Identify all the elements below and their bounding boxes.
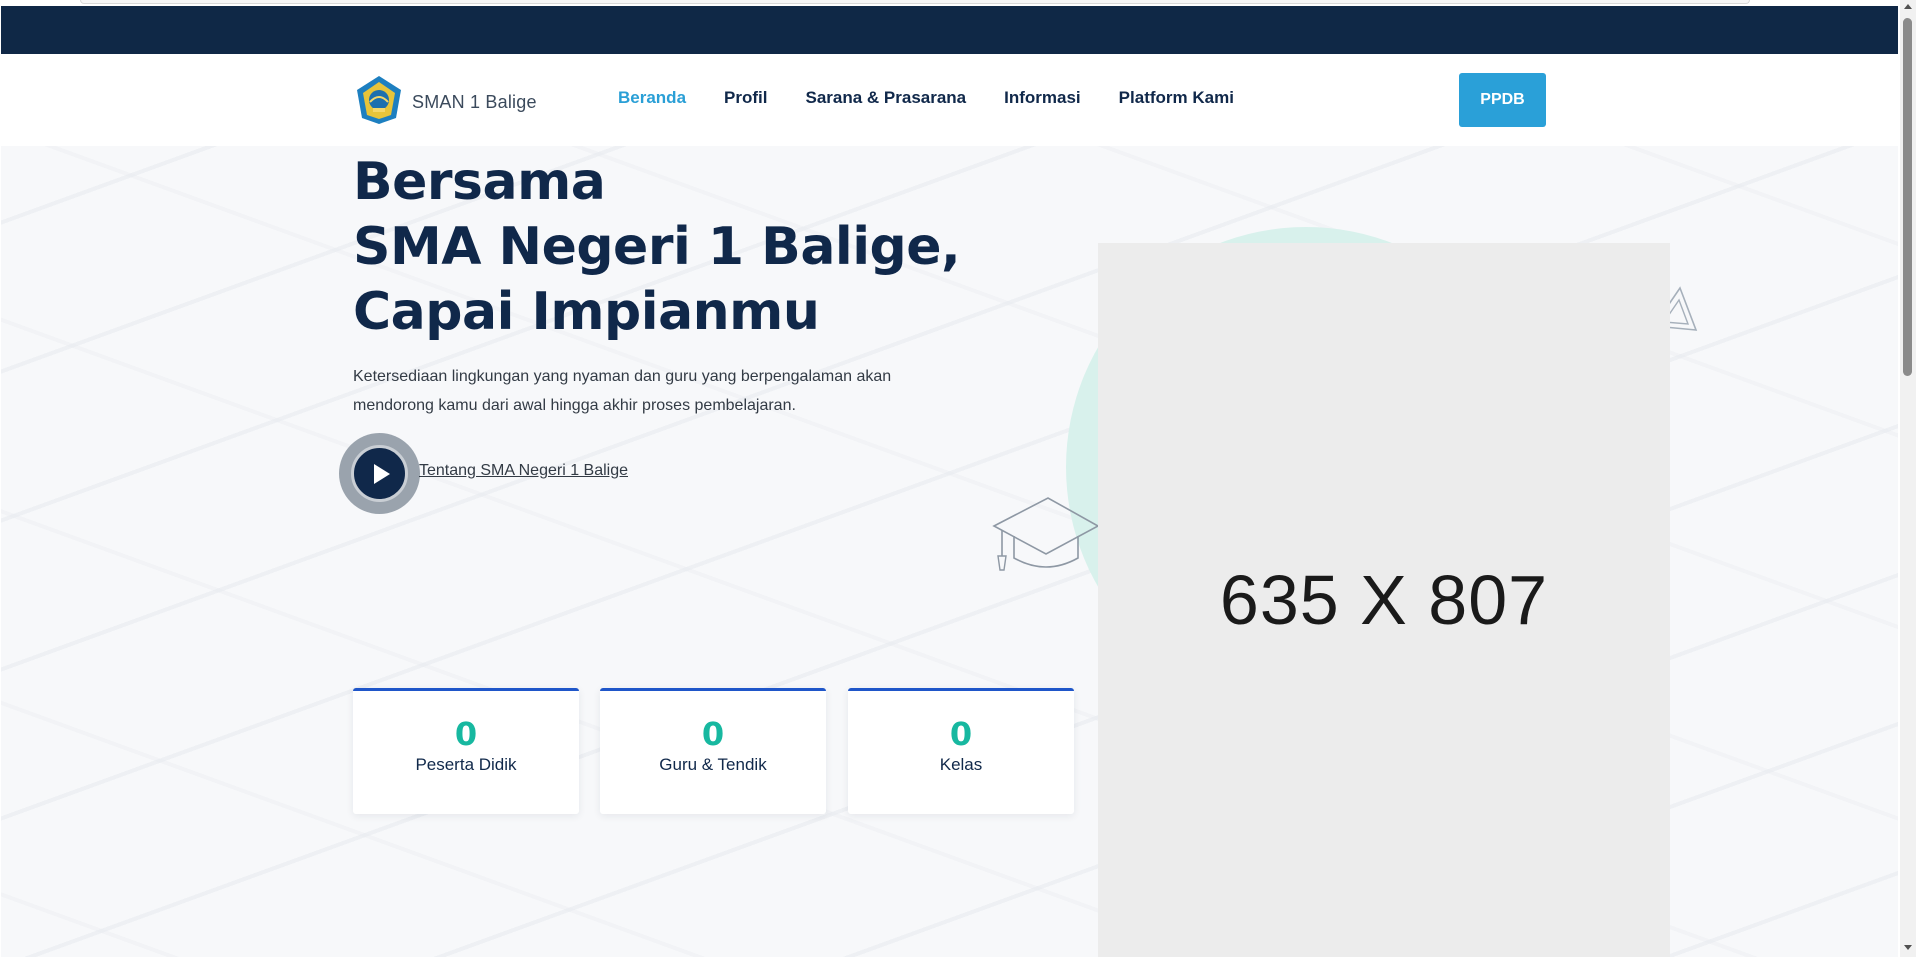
- main-nav: Beranda Profil Sarana & Prasarana Inform…: [618, 88, 1272, 108]
- stat-card-kelas: 0 Kelas: [848, 688, 1074, 814]
- hero-title-line: Capai Impianmu: [353, 282, 820, 342]
- stat-value: 0: [949, 715, 973, 753]
- ppdb-button[interactable]: PPDB: [1459, 73, 1546, 127]
- nav-profil[interactable]: Profil: [724, 88, 767, 108]
- placeholder-label: 635 X 807: [1219, 561, 1549, 639]
- hero-title: Bersama SMA Negeri 1 Balige, Capai Impia…: [353, 150, 961, 345]
- scroll-thumb[interactable]: [1903, 18, 1912, 376]
- nav-beranda[interactable]: Beranda: [618, 88, 686, 108]
- stat-label: Guru & Tendik: [659, 755, 767, 774]
- school-logo-icon: [354, 74, 404, 130]
- stat-value: 0: [454, 715, 478, 753]
- site-logo[interactable]: SMAN 1 Balige: [354, 74, 537, 130]
- play-video-button[interactable]: [339, 433, 420, 514]
- nav-platform-kami[interactable]: Platform Kami: [1119, 88, 1234, 108]
- hero-title-line: Bersama: [353, 152, 606, 212]
- stat-card-peserta-didik: 0 Peserta Didik: [353, 688, 579, 814]
- play-icon: [351, 445, 408, 502]
- graduation-cap-icon: [992, 497, 1100, 571]
- nav-sarana-prasarana[interactable]: Sarana & Prasarana: [805, 88, 966, 108]
- scroll-down-icon[interactable]: [1904, 945, 1912, 950]
- top-bar: [1, 6, 1898, 54]
- hero-description: Ketersediaan lingkungan yang nyaman dan …: [353, 368, 892, 414]
- nav-informasi[interactable]: Informasi: [1004, 88, 1081, 108]
- stat-label: Kelas: [939, 755, 983, 774]
- about-video-link[interactable]: Tentang SMA Negeri 1 Balige: [419, 462, 628, 480]
- hero-image-placeholder: 635 X 807: [1098, 243, 1670, 957]
- stat-value: 0: [701, 715, 725, 753]
- page-scrollbar[interactable]: [1900, 0, 1916, 957]
- stat-label: Peserta Didik: [415, 755, 517, 774]
- scroll-up-icon[interactable]: [1904, 4, 1912, 9]
- hero-title-line: SMA Negeri 1 Balige,: [353, 217, 961, 277]
- stat-card-guru-tendik: 0 Guru & Tendik: [600, 688, 826, 814]
- logo-text: SMAN 1 Balige: [412, 91, 537, 112]
